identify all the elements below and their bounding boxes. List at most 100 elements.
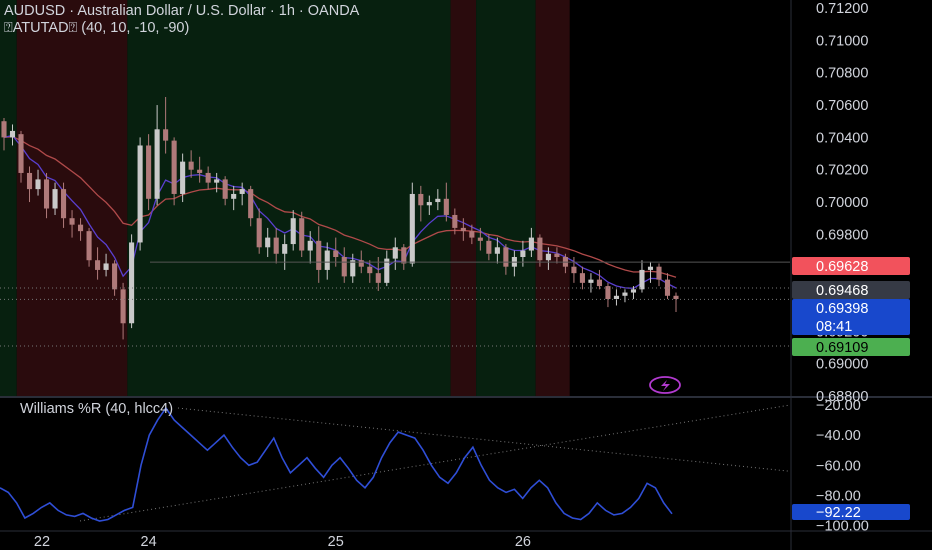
candle-body xyxy=(622,292,628,296)
candle-body xyxy=(418,193,424,206)
candle-body xyxy=(401,247,407,264)
y-tick-label: 0.70600 xyxy=(816,98,868,114)
candle-body xyxy=(367,266,373,274)
candle-body xyxy=(154,129,160,199)
candle-body xyxy=(545,253,551,261)
candle xyxy=(409,182,415,267)
wr-tick-label: −40.00 xyxy=(816,428,861,444)
candle-body xyxy=(299,218,305,251)
candle-body xyxy=(307,240,313,251)
candle-body xyxy=(503,247,509,267)
candle-body xyxy=(146,145,152,199)
candle xyxy=(299,211,305,257)
badge-upper-text: 0.69628 xyxy=(816,259,868,275)
candle-body xyxy=(43,179,50,209)
candle-body xyxy=(358,260,364,267)
candle-body xyxy=(520,250,526,257)
candle-body xyxy=(180,161,186,194)
wr-tick-label: −80.00 xyxy=(816,488,861,504)
candle xyxy=(605,282,611,308)
badge-middle-text: 0.69468 xyxy=(816,283,868,299)
candle-body xyxy=(163,129,169,141)
candle-body xyxy=(120,289,126,324)
wr-tick-label: −60.00 xyxy=(816,458,861,474)
y-tick-label: 0.71200 xyxy=(816,1,868,17)
price-badge-upper: 0.69628 xyxy=(792,257,910,275)
candle-body xyxy=(1,121,7,138)
candle xyxy=(622,289,628,303)
x-tick-label: 25 xyxy=(328,534,344,550)
candle-body xyxy=(409,193,415,264)
shaded-region xyxy=(0,0,17,396)
candle-body xyxy=(486,240,492,254)
shaded-region xyxy=(476,0,536,396)
lightning-icon[interactable] xyxy=(649,376,681,394)
candle-body xyxy=(639,269,645,290)
candle xyxy=(596,269,602,290)
candle-body xyxy=(469,231,475,238)
price-badge-middle: 0.69468 xyxy=(792,281,910,299)
williams-legend[interactable]: Williams %R (40, hlcc4) xyxy=(20,401,173,417)
candle-body xyxy=(239,189,245,194)
x-tick-label: 22 xyxy=(34,534,50,550)
candle-body xyxy=(333,250,339,257)
candle-body xyxy=(171,140,177,194)
candle-body xyxy=(112,263,118,290)
candle-body xyxy=(248,189,254,219)
chart-title[interactable]: AUDUSD · Australian Dollar / U.S. Dollar… xyxy=(4,3,359,19)
candle-body xyxy=(69,218,75,225)
candle-body xyxy=(26,172,33,190)
x-tick-label: 26 xyxy=(515,534,531,550)
candle-body xyxy=(129,242,135,324)
candle-body xyxy=(630,289,637,293)
candle-body xyxy=(86,231,92,261)
y-tick-label: 0.68800 xyxy=(816,389,868,405)
price-badge-current: 0.69398 08:41 xyxy=(792,299,910,335)
y-tick-label: 0.69800 xyxy=(816,227,868,243)
price-chart[interactable]: −20.00−40.00−60.00−80.00−100.00 0.712000… xyxy=(0,0,932,550)
candle xyxy=(137,137,143,251)
candle-body xyxy=(554,253,560,257)
badge-countdown-text: 08:41 xyxy=(816,319,852,335)
candle-body xyxy=(9,130,16,138)
candle-body xyxy=(477,237,483,241)
candle-body xyxy=(443,198,449,215)
candle-body xyxy=(78,224,84,232)
candle-body xyxy=(571,266,577,274)
candle-body xyxy=(265,237,271,248)
candle-body xyxy=(673,295,679,300)
candle-body xyxy=(375,273,381,283)
trend-line xyxy=(79,404,791,522)
candle-body xyxy=(290,218,296,245)
candle-body xyxy=(35,179,41,190)
candle-body xyxy=(579,273,585,283)
candle-body xyxy=(528,237,534,251)
y-tick-label: 0.71000 xyxy=(816,33,868,49)
candle-body xyxy=(95,260,101,270)
indicator-legend[interactable]: ⍰ATUTAD⍰ (40, 10, -10, -90) xyxy=(4,20,189,36)
candle-body xyxy=(494,247,500,254)
candle xyxy=(579,266,585,290)
williams-r-pane: −20.00−40.00−60.00−80.00−100.00 xyxy=(0,398,869,534)
candle-body xyxy=(452,214,458,228)
candle-body xyxy=(137,145,143,243)
candle-body xyxy=(197,169,203,173)
candle-body xyxy=(664,279,671,296)
williams-r-line xyxy=(0,406,673,522)
candle xyxy=(129,234,135,329)
badge-current-text: 0.69398 xyxy=(816,301,868,317)
candle xyxy=(664,273,671,300)
badge-lower-text: 0.69109 xyxy=(816,340,868,356)
candle-body xyxy=(613,295,620,300)
candle-body xyxy=(214,179,220,183)
shaded-regions xyxy=(0,0,570,396)
candle xyxy=(613,289,620,306)
candle-body xyxy=(605,286,611,300)
candle-body xyxy=(188,161,194,170)
candle-body xyxy=(460,227,466,232)
y-tick-label: 0.70400 xyxy=(816,130,868,146)
candle-body xyxy=(596,279,602,287)
candle xyxy=(673,292,679,312)
candle xyxy=(656,263,662,287)
candle-body xyxy=(426,202,432,206)
